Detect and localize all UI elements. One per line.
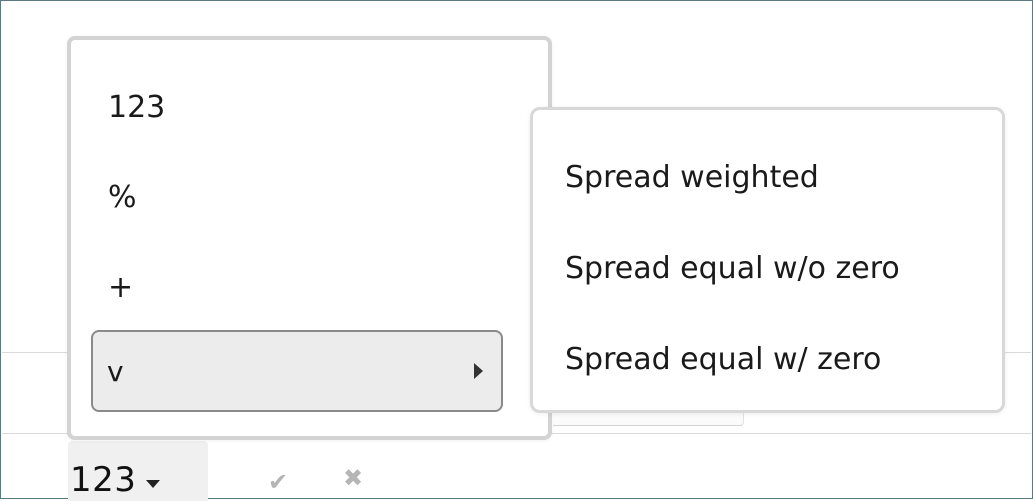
submenu-item-spread-weighted[interactable]: Spread weighted — [565, 158, 819, 198]
chevron-down-icon — [146, 480, 161, 488]
unit-dropdown-button[interactable]: 123 — [68, 441, 208, 501]
menu-item-plus[interactable]: + — [108, 268, 133, 308]
chevron-right-icon — [474, 363, 483, 379]
menu-item-percent[interactable]: % — [108, 178, 137, 218]
check-icon[interactable]: ✔ — [263, 469, 293, 495]
screenshot-frame: 123 ✔ ✖ 123 % + v Spread weighted Spread… — [0, 0, 1033, 501]
menu-item-spread-label: v — [107, 354, 124, 388]
unit-dropdown-menu: 123 % + v — [67, 36, 552, 440]
submenu-item-spread-equal-with-zero[interactable]: Spread equal w/ zero — [565, 340, 881, 380]
menu-item-number[interactable]: 123 — [108, 88, 165, 128]
unit-dropdown-value: 123 — [70, 460, 137, 500]
close-icon[interactable]: ✖ — [340, 465, 366, 491]
menu-item-spread[interactable]: v — [91, 330, 503, 412]
spread-submenu: Spread weighted Spread equal w/o zero Sp… — [530, 107, 1005, 413]
submenu-item-spread-equal-without-zero[interactable]: Spread equal w/o zero — [565, 249, 900, 289]
